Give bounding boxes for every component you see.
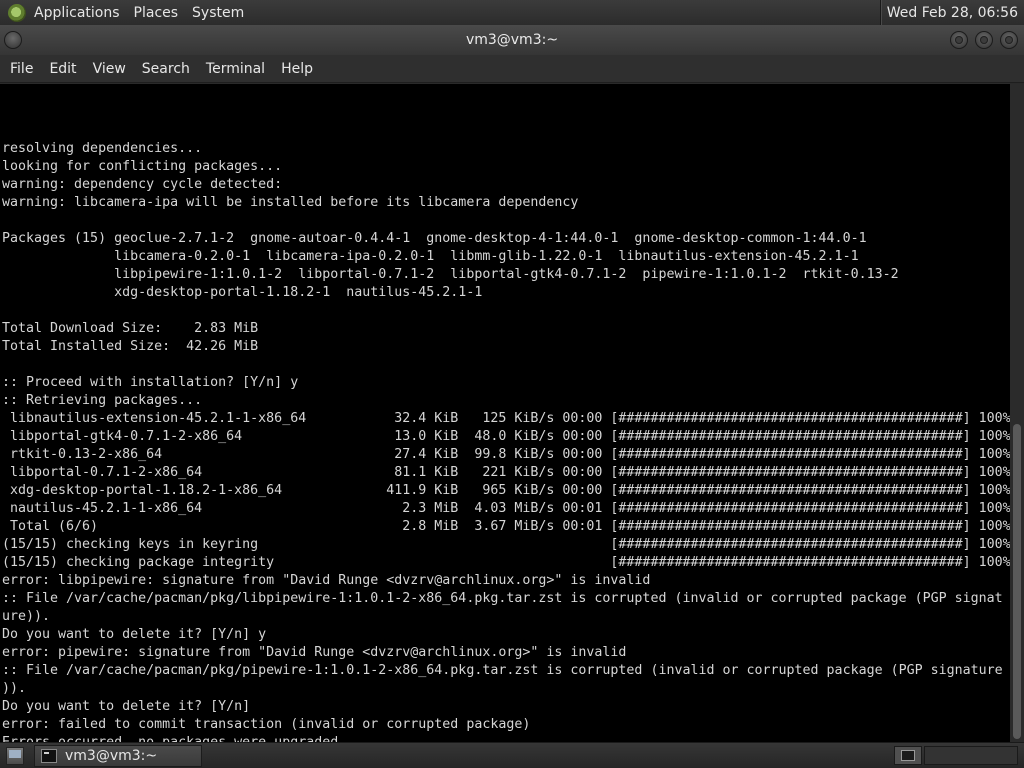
terminal-line: ure)). — [2, 609, 51, 624]
window-title: vm3@vm3:~ — [465, 32, 559, 48]
terminal-scrollbar[interactable] — [1010, 84, 1024, 742]
terminal-line: libportal-0.7.1-2-x86_64 81.1 KiB 221 Ki… — [2, 465, 1010, 480]
terminal-line: warning: dependency cycle detected: — [2, 177, 283, 192]
terminal-line: xdg-desktop-portal-1.18.2-1-x86_64 411.9… — [2, 483, 1010, 498]
taskbar-window-button[interactable]: vm3@vm3:~ — [34, 745, 202, 767]
workspace-switcher-icon — [901, 750, 915, 761]
menu-terminal[interactable]: Terminal — [198, 61, 273, 77]
minimize-button[interactable] — [950, 31, 968, 49]
terminal-line: :: File /var/cache/pacman/pkg/pipewire-1… — [2, 663, 1003, 678]
menu-edit[interactable]: Edit — [41, 61, 84, 77]
terminal-line: nautilus-45.2.1-1-x86_64 2.3 MiB 4.03 Mi… — [2, 501, 1010, 516]
terminal-line: error: libpipewire: signature from "Davi… — [2, 573, 651, 588]
terminal-line: libportal-gtk4-0.7.1-2-x86_64 13.0 KiB 4… — [2, 429, 1010, 444]
terminal-line: libnautilus-extension-45.2.1-1-x86_64 32… — [2, 411, 1010, 426]
terminal-line: Total (6/6) 2.8 MiB 3.67 MiB/s 00:01 [##… — [2, 519, 1010, 534]
places-menu[interactable]: Places — [134, 5, 187, 21]
workspace-2[interactable] — [924, 746, 1018, 765]
terminal-output: resolving dependencies... looking for con… — [2, 86, 1010, 742]
terminal-line: rtkit-0.13-2-x86_64 27.4 KiB 99.8 KiB/s … — [2, 447, 1010, 462]
clock[interactable]: Wed Feb 28, 06:56 — [887, 5, 1024, 21]
terminal-line: libpipewire-1:1.0.1-2 libportal-0.7.1-2 … — [2, 267, 899, 282]
terminal-line: Errors occurred, no packages were upgrad… — [2, 734, 1010, 742]
close-button[interactable] — [1000, 31, 1018, 49]
terminal-line: resolving dependencies... — [2, 141, 203, 156]
menu-view[interactable]: View — [85, 61, 134, 77]
terminal-line: Total Installed Size: 42.26 MiB — [2, 339, 259, 354]
workspace-1[interactable] — [894, 746, 922, 765]
applications-menu[interactable]: Applications — [34, 5, 128, 21]
terminal-area[interactable]: resolving dependencies... looking for con… — [0, 84, 1010, 742]
terminal-line: Do you want to delete it? [Y/n] y — [2, 627, 267, 642]
scrollbar-thumb[interactable] — [1013, 424, 1021, 739]
gnome-foot-logo-icon[interactable] — [8, 3, 26, 22]
terminal-icon — [41, 749, 57, 763]
terminal-line: :: Proceed with installation? [Y/n] y — [2, 375, 299, 390]
terminal-line: error: pipewire: signature from "David R… — [2, 645, 627, 660]
terminal-line: Total Download Size: 2.83 MiB — [2, 321, 259, 336]
terminal-line: )). — [2, 681, 27, 696]
bottom-panel: vm3@vm3:~ — [0, 742, 1024, 768]
terminal-line: Do you want to delete it? [Y/n] — [2, 699, 251, 714]
terminal-line: :: File /var/cache/pacman/pkg/libpipewir… — [2, 591, 1003, 606]
show-desktop-icon[interactable] — [6, 747, 24, 765]
terminal-line: (15/15) checking keys in keyring [######… — [2, 537, 1010, 552]
menubar: File Edit View Search Terminal Help — [0, 55, 1024, 83]
terminal-line: xdg-desktop-portal-1.18.2-1 nautilus-45.… — [2, 285, 483, 300]
terminal-line: :: Retrieving packages... — [2, 393, 203, 408]
menu-file[interactable]: File — [2, 61, 41, 77]
maximize-button[interactable] — [975, 31, 993, 49]
top-panel: Applications Places System Wed Feb 28, 0… — [0, 0, 1024, 25]
taskbar-window-label: vm3@vm3:~ — [65, 748, 158, 764]
menu-search[interactable]: Search — [134, 61, 198, 77]
terminal-line: libcamera-0.2.0-1 libcamera-ipa-0.2.0-1 … — [2, 249, 859, 264]
terminal-line: error: failed to commit transaction (inv… — [2, 717, 531, 732]
terminal-line: warning: libcamera-ipa will be installed… — [2, 195, 579, 210]
menu-help[interactable]: Help — [273, 61, 321, 77]
terminal-line: (15/15) checking package integrity [####… — [2, 555, 1010, 570]
terminal-line: looking for conflicting packages... — [2, 159, 283, 174]
system-menu[interactable]: System — [192, 5, 252, 21]
terminal-line: Packages (15) geoclue-2.7.1-2 gnome-auto… — [2, 231, 867, 246]
panel-separator — [879, 0, 881, 25]
window-titlebar[interactable]: vm3@vm3:~ — [0, 25, 1024, 55]
